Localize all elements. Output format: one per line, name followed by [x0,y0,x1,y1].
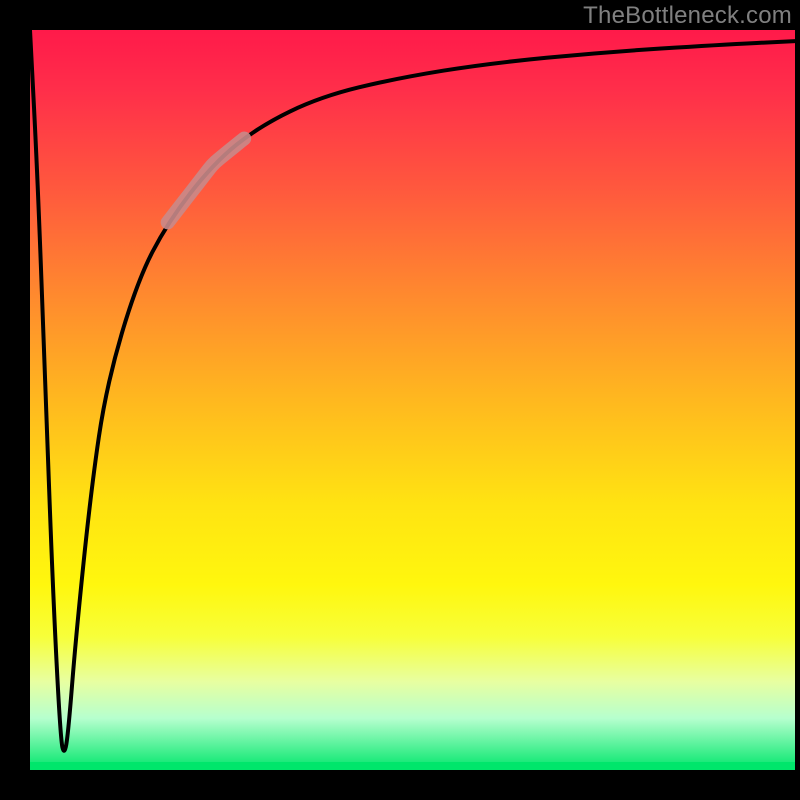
plot-area [30,30,795,770]
green-baseline-band [30,762,795,770]
watermark-text: TheBottleneck.com [583,2,792,30]
chart-frame: TheBottleneck.com [0,0,800,800]
